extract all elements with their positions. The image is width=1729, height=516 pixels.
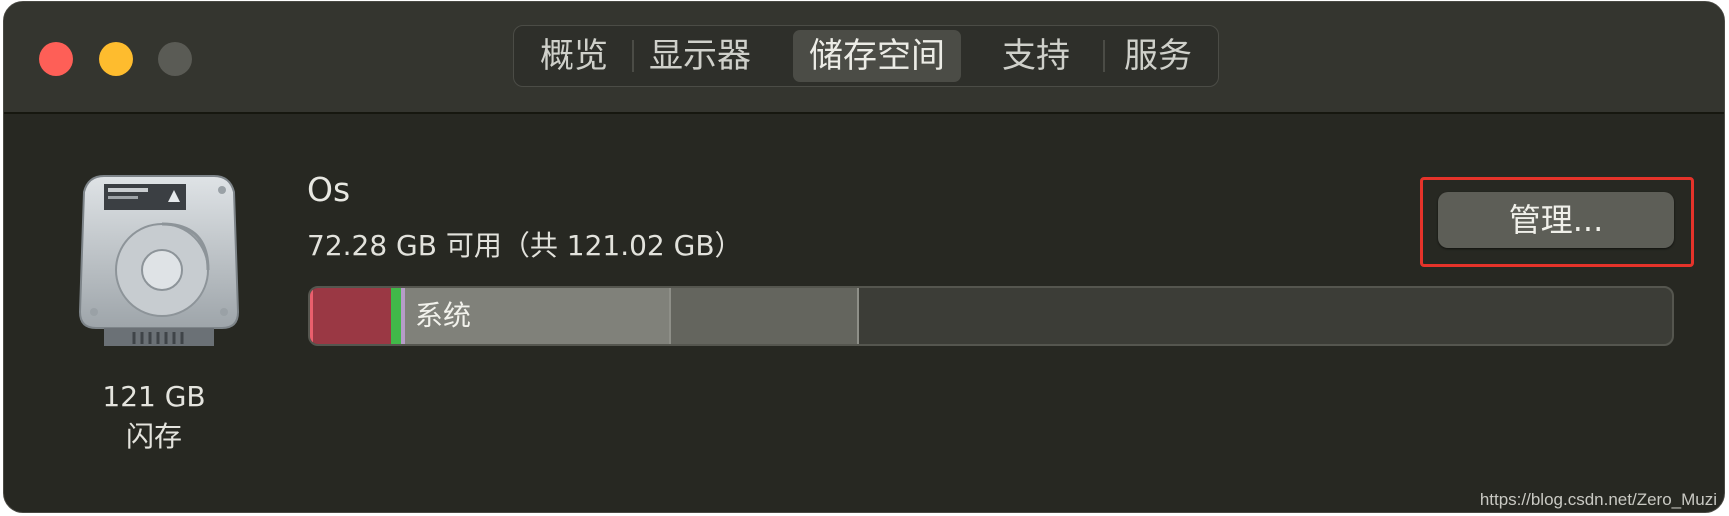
tab-bar: 概览 显示器 储存空间 支持 服务: [513, 25, 1219, 87]
minimize-button[interactable]: [99, 42, 133, 76]
disk-caption: 121 GB 闪存: [64, 377, 244, 457]
zoom-button[interactable]: [158, 42, 192, 76]
tab-service[interactable]: 服务: [1111, 30, 1205, 82]
bar-segment-other[interactable]: [669, 288, 859, 344]
tab-divider: [1103, 40, 1105, 72]
title-bar: 概览 显示器 储存空间 支持 服务: [4, 2, 1724, 114]
flash-disk-icon: [74, 172, 244, 350]
disk-size: 121 GB: [102, 380, 206, 413]
bar-segment-apps[interactable]: [310, 288, 391, 344]
tab-support[interactable]: 支持: [992, 30, 1080, 82]
bar-segment-system[interactable]: 系统: [405, 288, 669, 344]
tab-overview[interactable]: 概览: [522, 30, 626, 82]
disk-type: 闪存: [125, 420, 182, 453]
volume-capacity: 72.28 GB 可用（共 121.02 GB）: [307, 229, 743, 262]
about-this-mac-window: 概览 显示器 储存空间 支持 服务 121 GB 闪存 Os 72.28 GB …: [3, 1, 1725, 513]
tab-divider: [632, 40, 634, 72]
close-button[interactable]: [39, 42, 73, 76]
tab-displays[interactable]: 显示器: [638, 30, 762, 82]
tab-storage[interactable]: 储存空间: [793, 30, 961, 82]
volume-name: Os: [307, 170, 351, 209]
watermark: https://blog.csdn.net/Zero_Muzi: [1479, 490, 1717, 509]
storage-usage-bar: 系统: [308, 286, 1674, 346]
manage-button[interactable]: 管理...: [1438, 192, 1674, 248]
system-label: 系统: [415, 299, 472, 332]
bar-segment-green[interactable]: [391, 288, 401, 344]
